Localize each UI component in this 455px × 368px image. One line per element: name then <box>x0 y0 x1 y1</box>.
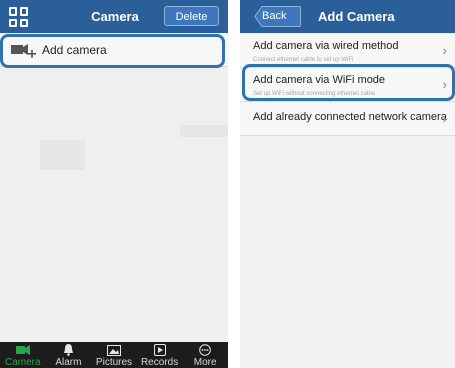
tab-label: Pictures <box>95 357 133 368</box>
menu-item-connected[interactable]: Add already connected network camera › <box>240 102 455 136</box>
tab-alarm[interactable]: Alarm <box>46 342 92 368</box>
delete-button[interactable]: Delete <box>164 6 219 26</box>
menu-item-title: Add already connected network camera <box>253 111 447 123</box>
more-icon <box>199 344 211 356</box>
tab-pictures[interactable]: Pictures <box>91 342 137 368</box>
tab-label: Camera <box>5 357 41 368</box>
tab-records[interactable]: Records <box>137 342 183 368</box>
bell-icon <box>63 344 73 356</box>
menu-item-title: Add camera via wired method <box>253 40 399 52</box>
back-label: Back <box>262 10 287 22</box>
faded-background <box>180 125 228 137</box>
highlight-add-camera <box>0 34 225 68</box>
menu-item-subtitle: Connect ethernet cable to set up WiFi <box>253 57 354 63</box>
menu-item-wired[interactable]: Add camera via wired method Connect ethe… <box>240 34 455 68</box>
bottom-tab-bar: Camera Alarm Pictures Records More <box>0 342 228 368</box>
add-camera-screen: Back Add Camera Add camera via wired met… <box>240 0 455 368</box>
faded-background <box>40 140 85 170</box>
page-title: Camera <box>91 9 139 24</box>
tab-label: Alarm <box>55 357 82 368</box>
play-icon <box>153 344 166 356</box>
tab-label: Records <box>140 357 179 368</box>
chevron-right-icon: › <box>442 110 447 126</box>
tab-camera[interactable]: Camera <box>0 342 46 368</box>
page-title: Add Camera <box>318 9 395 24</box>
camera-icon <box>15 345 30 355</box>
picture-icon <box>106 344 121 356</box>
chevron-right-icon: › <box>442 42 447 58</box>
grid-view-icon[interactable] <box>9 7 29 27</box>
tab-label: More <box>193 357 217 368</box>
tab-more[interactable]: More <box>182 342 228 368</box>
add-camera-header: Back Add Camera <box>240 0 455 33</box>
highlight-wifi-mode <box>242 64 455 101</box>
camera-header: Camera Delete <box>0 0 228 33</box>
